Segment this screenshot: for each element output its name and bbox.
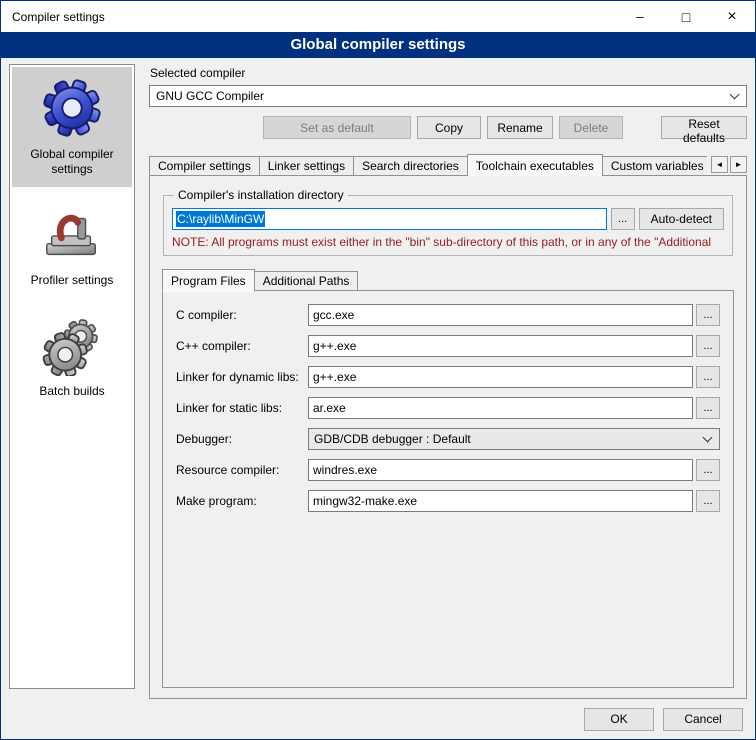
tab-scroll-right-button[interactable]: ► xyxy=(730,156,747,173)
resource-compiler-input[interactable] xyxy=(308,459,693,481)
installation-directory-row: C:\raylib\MinGW ... Auto-detect xyxy=(172,208,724,230)
selected-compiler-value: GNU GCC Compiler xyxy=(156,89,264,103)
debugger-value: GDB/CDB debugger : Default xyxy=(314,432,471,446)
tab-scroll-left-button[interactable]: ◄ xyxy=(711,156,728,173)
selected-compiler-combobox[interactable]: GNU GCC Compiler xyxy=(149,85,747,107)
c-compiler-input[interactable] xyxy=(308,304,693,326)
tab-toolchain-executables[interactable]: Toolchain executables xyxy=(467,154,603,176)
chevron-down-icon xyxy=(730,90,740,100)
browse-resource-compiler-button[interactable]: ... xyxy=(696,459,720,481)
titlebar: Compiler settings – □ × xyxy=(1,1,755,32)
delete-button: Delete xyxy=(559,116,623,139)
maximize-button[interactable]: □ xyxy=(663,1,709,32)
form-row-resource-compiler: Resource compiler: ... xyxy=(176,459,720,481)
browse-make-program-button[interactable]: ... xyxy=(696,490,720,512)
sidebar-item-global-compiler-settings[interactable]: Global compiler settings xyxy=(12,67,132,187)
form-row-c-compiler: C compiler: ... xyxy=(176,304,720,326)
settings-tabstrip: Compiler settings Linker settings Search… xyxy=(149,153,747,176)
tabs-clip: Compiler settings Linker settings Search… xyxy=(149,153,707,176)
cpp-compiler-input[interactable] xyxy=(308,335,693,357)
dialog-header: Global compiler settings xyxy=(1,32,755,58)
browse-directory-button[interactable]: ... xyxy=(611,208,635,230)
tab-search-directories[interactable]: Search directories xyxy=(353,156,468,176)
batch-builds-icon xyxy=(41,314,103,376)
installation-directory-legend: Compiler's installation directory xyxy=(174,188,348,202)
subtab-additional-paths[interactable]: Additional Paths xyxy=(254,271,359,291)
browse-dynamic-linker-button[interactable]: ... xyxy=(696,366,720,388)
static-linker-label: Linker for static libs: xyxy=(176,401,308,415)
program-files-panel: C compiler: ... C++ compiler: ... Linker… xyxy=(162,290,734,688)
tab-linker-settings[interactable]: Linker settings xyxy=(259,156,354,176)
window-controls: – □ × xyxy=(617,1,755,32)
sidebar-item-label: Global compiler settings xyxy=(14,147,130,177)
installation-directory-group: Compiler's installation directory C:\ray… xyxy=(163,188,733,256)
form-row-make-program: Make program: ... xyxy=(176,490,720,512)
tab-scroll-arrows: ◄ ► xyxy=(711,156,747,173)
selected-path-text: C:\raylib\MinGW xyxy=(176,211,265,227)
sidebar-item-label: Batch builds xyxy=(39,384,104,399)
sidebar-item-label: Profiler settings xyxy=(31,273,114,288)
subtab-program-files[interactable]: Program Files xyxy=(162,269,255,292)
form-row-debugger: Debugger: GDB/CDB debugger : Default xyxy=(176,428,720,450)
sidebar-item-batch-builds[interactable]: Batch builds xyxy=(12,304,132,409)
toolchain-executables-panel: Compiler's installation directory C:\ray… xyxy=(149,175,747,699)
compiler-settings-window: Compiler settings – □ × Global compiler … xyxy=(0,0,756,740)
c-compiler-label: C compiler: xyxy=(176,308,308,322)
make-program-label: Make program: xyxy=(176,494,308,508)
profiler-icon xyxy=(41,203,103,265)
form-row-static-linker: Linker for static libs: ... xyxy=(176,397,720,419)
dynamic-linker-input[interactable] xyxy=(308,366,693,388)
tab-custom-variables[interactable]: Custom variables xyxy=(602,156,707,176)
cpp-compiler-label: C++ compiler: xyxy=(176,339,308,353)
dialog-content: Global compiler settings Profiler settin… xyxy=(1,58,755,699)
ok-button[interactable]: OK xyxy=(584,708,654,731)
window-title: Compiler settings xyxy=(1,10,105,24)
browse-static-linker-button[interactable]: ... xyxy=(696,397,720,419)
directory-note: NOTE: All programs must exist either in … xyxy=(172,235,724,249)
make-program-input[interactable] xyxy=(308,490,693,512)
static-linker-input[interactable] xyxy=(308,397,693,419)
cancel-button[interactable]: Cancel xyxy=(663,708,743,731)
reset-defaults-button[interactable]: Reset defaults xyxy=(661,116,747,139)
debugger-combobox[interactable]: GDB/CDB debugger : Default xyxy=(308,428,720,450)
sidebar-item-profiler-settings[interactable]: Profiler settings xyxy=(12,193,132,298)
copy-button[interactable]: Copy xyxy=(417,116,481,139)
main-panel: Selected compiler GNU GCC Compiler Set a… xyxy=(149,64,747,699)
compiler-actions: Set as default Copy Rename Delete Reset … xyxy=(149,116,747,139)
selected-compiler-label: Selected compiler xyxy=(150,66,747,80)
form-row-cpp-compiler: C++ compiler: ... xyxy=(176,335,720,357)
debugger-label: Debugger: xyxy=(176,432,308,446)
installation-directory-input[interactable]: C:\raylib\MinGW xyxy=(172,208,607,230)
category-sidebar: Global compiler settings Profiler settin… xyxy=(9,64,135,689)
browse-c-compiler-button[interactable]: ... xyxy=(696,304,720,326)
dynamic-linker-label: Linker for dynamic libs: xyxy=(176,370,308,384)
rename-button[interactable]: Rename xyxy=(487,116,553,139)
resource-compiler-label: Resource compiler: xyxy=(176,463,308,477)
form-row-dynamic-linker: Linker for dynamic libs: ... xyxy=(176,366,720,388)
blue-gear-icon xyxy=(41,77,103,139)
dialog-footer: OK Cancel xyxy=(1,699,755,739)
chevron-down-icon xyxy=(703,433,713,443)
set-as-default-button: Set as default xyxy=(263,116,411,139)
tab-compiler-settings[interactable]: Compiler settings xyxy=(149,156,260,176)
auto-detect-button[interactable]: Auto-detect xyxy=(639,208,724,230)
minimize-button[interactable]: – xyxy=(617,1,663,32)
close-button[interactable]: × xyxy=(709,1,755,32)
browse-cpp-compiler-button[interactable]: ... xyxy=(696,335,720,357)
executables-subtabs: Program Files Additional Paths xyxy=(162,268,734,291)
